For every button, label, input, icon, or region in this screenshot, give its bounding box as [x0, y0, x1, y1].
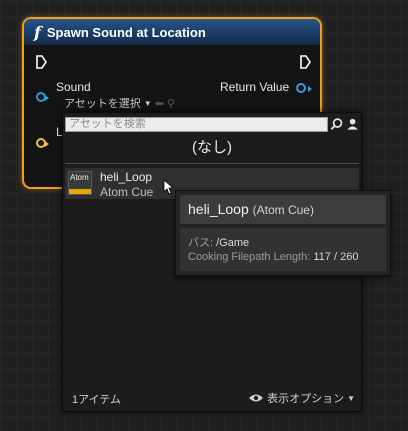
- view-options-button[interactable]: 表示オプション ▼: [248, 390, 355, 406]
- asset-name: heli_Loop: [100, 170, 153, 184]
- tooltip-path-row: パス: /Game: [188, 234, 249, 250]
- node-title: Spawn Sound at Location: [46, 24, 206, 40]
- tooltip-title-box: heli_Loop (Atom Cue): [180, 195, 386, 224]
- divider: [65, 163, 359, 164]
- return-value-pin-icon[interactable]: [296, 83, 306, 93]
- tooltip-cooking-value: 117 / 260: [313, 251, 359, 263]
- asset-picker-combo[interactable]: アセットを選択 ▼ ⬅ ⚲: [64, 95, 175, 111]
- return-pin-arrow-icon: [308, 86, 312, 92]
- view-options-label: 表示オプション: [267, 393, 345, 405]
- location-pin-arrow-icon: [45, 141, 49, 147]
- eye-icon: [249, 394, 264, 402]
- chevron-down-icon: ▼: [347, 393, 355, 403]
- search-icon[interactable]: [330, 117, 343, 131]
- atom-cue-thumbnail-icon: Atom: [68, 171, 92, 195]
- tooltip-cooking-row: Cooking Filepath Length: 117 / 260: [188, 251, 358, 263]
- search-input[interactable]: [65, 116, 328, 132]
- exec-in-pin-icon[interactable]: [36, 55, 47, 69]
- item-count: 1アイテム: [72, 394, 122, 406]
- tooltip-asset-type: (Atom Cue): [252, 203, 314, 217]
- none-option[interactable]: (なし): [63, 135, 361, 161]
- function-icon: f: [34, 22, 41, 42]
- node-header[interactable]: f Spawn Sound at Location: [24, 19, 320, 45]
- search-row: [65, 116, 359, 132]
- arrow-left-icon[interactable]: ⬅: [155, 97, 164, 110]
- cursor-icon: [163, 179, 173, 195]
- asset-picker-label: アセットを選択: [64, 98, 141, 110]
- tooltip-path-value: /Game: [216, 237, 250, 249]
- sound-pin-arrow-icon: [45, 95, 49, 101]
- tooltip-info-box: パス: /Game Cooking Filepath Length: 117 /…: [180, 228, 386, 271]
- exec-out-pin-icon[interactable]: [300, 55, 311, 69]
- tooltip-asset-name: heli_Loop: [188, 201, 249, 217]
- sound-pin-label: Sound: [56, 80, 91, 94]
- search-icon[interactable]: ⚲: [167, 97, 175, 110]
- asset-tooltip: heli_Loop (Atom Cue) パス: /Game Cooking F…: [175, 190, 391, 276]
- user-icon[interactable]: [346, 117, 359, 131]
- popup-footer: 1アイテム 表示オプション ▼: [63, 385, 361, 411]
- asset-type: Atom Cue: [100, 185, 154, 199]
- tooltip-cooking-key: Cooking Filepath Length:: [188, 251, 311, 263]
- chevron-down-icon: ▼: [143, 98, 152, 108]
- tooltip-path-key: パス:: [188, 237, 214, 249]
- return-value-label: Return Value: [220, 80, 290, 94]
